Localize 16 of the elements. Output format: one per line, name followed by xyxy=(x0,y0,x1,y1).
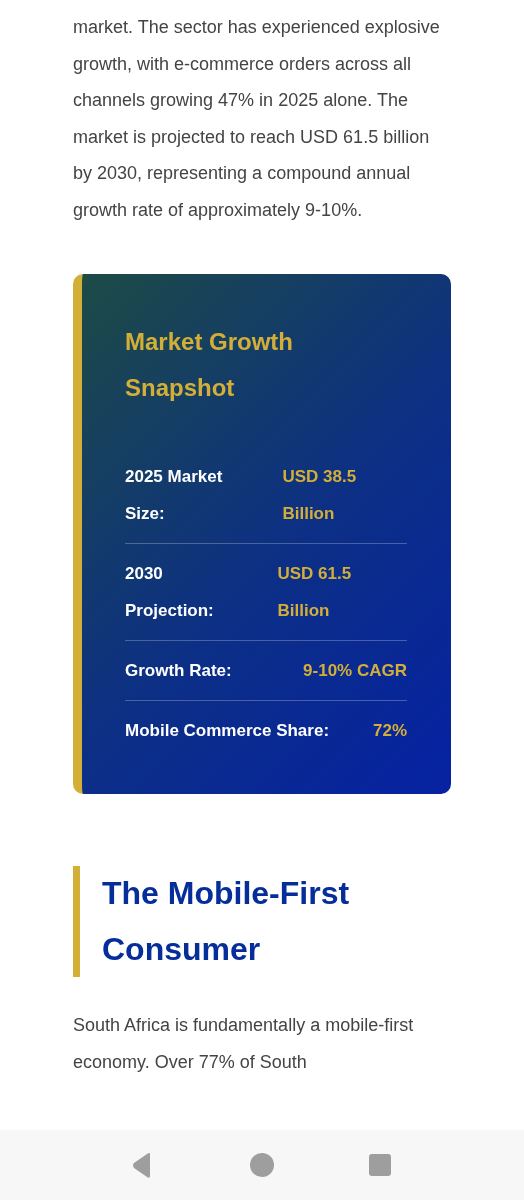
stat-label: Growth Rate: xyxy=(125,660,232,682)
body-paragraph: market. The sector has experienced explosive growth, with e-commerce orders across all channels growing 47% in 2025 alone. The market is projected to reach USD 61.5 billion by 2030, representing a compound annual growth rate of approximately 9-10%. xyxy=(73,16,441,222)
recents-icon xyxy=(366,1151,394,1179)
home-button[interactable] xyxy=(248,1151,276,1179)
body-paragraph: South Africa is fundamentally a mobile-first economy. Over 77% of South xyxy=(73,1014,415,1074)
section-heading: The Mobile-First Consumer xyxy=(102,874,351,969)
card-title: Market Growth Snapshot xyxy=(125,327,295,403)
recents-button[interactable] xyxy=(366,1151,394,1179)
stat-label: 2025 Market Size: xyxy=(125,466,224,525)
stat-value: USD 61.5 Billion xyxy=(277,563,353,622)
stat-label: Mobile Commerce Share: xyxy=(125,720,330,742)
home-icon xyxy=(248,1151,276,1179)
stat-value: USD 38.5 Billion xyxy=(282,466,358,525)
stat-value: 9-10% CAGR xyxy=(303,660,407,682)
stat-value: 72% xyxy=(372,720,407,742)
stat-label: 2030 Projection: xyxy=(125,563,215,622)
